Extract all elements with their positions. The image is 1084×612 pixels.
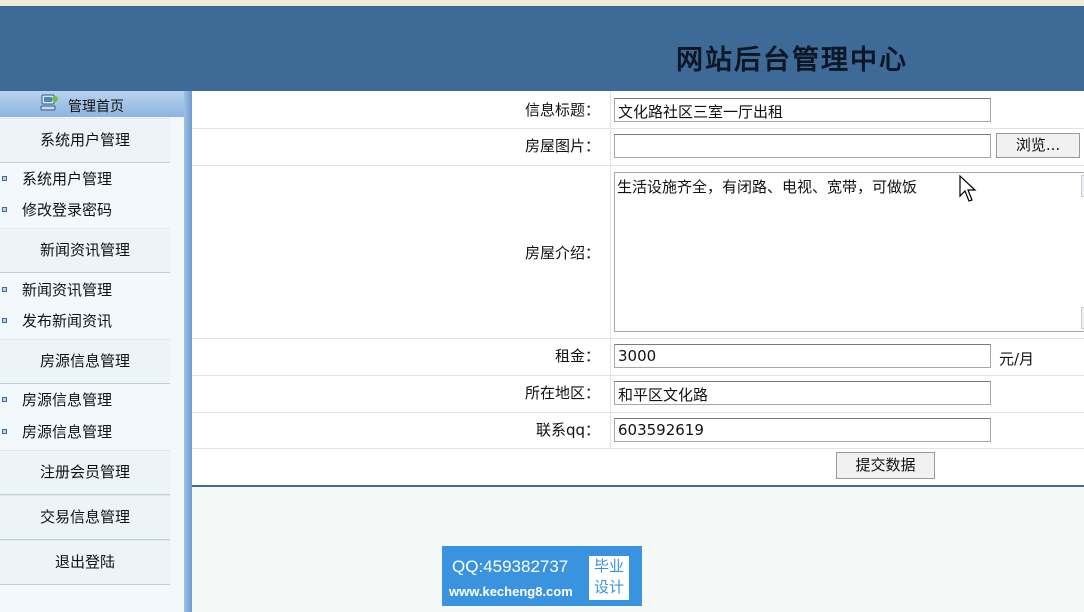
image-file-input[interactable] (614, 134, 991, 158)
sidebar-divider (184, 91, 192, 612)
intro-textarea[interactable]: 生活设施齐全，有闭路、电视、宽带，可做饭 (614, 172, 1084, 332)
sidebar-home-label: 管理首页 (68, 99, 124, 115)
watermark-badge: QQ:459382737 www.kecheng8.com 毕业 设计 (442, 546, 642, 606)
form-row-intro: 房屋介绍： 生活设施齐全，有闭路、电视、宽带，可做饭 (192, 166, 1084, 339)
form-row-region: 所在地区： 和平区文化路 (192, 376, 1084, 413)
region-label: 所在地区： (524, 384, 600, 402)
form-row-qq: 联系qq： 603592619 (192, 413, 1084, 449)
watermark-url: www.kecheng8.com (449, 584, 573, 599)
rent-unit: 元/月 (999, 350, 1035, 368)
intro-label: 房屋介绍： (524, 244, 600, 262)
watermark-logo: 毕业 设计 (589, 556, 629, 600)
mouse-cursor-icon (959, 174, 977, 202)
bullet-icon (2, 318, 7, 323)
submit-button[interactable]: 提交数据 (836, 452, 935, 479)
sidebar-group-members[interactable]: 注册会员管理 (0, 450, 170, 495)
browse-button[interactable]: 浏览... (996, 133, 1080, 158)
sidebar-group-transactions[interactable]: 交易信息管理 (0, 495, 170, 540)
sidebar-group-system-users[interactable]: 系统用户管理 (0, 118, 170, 163)
house-info-form: 信息标题： 文化路社区三室一厅出租 房屋图片： 浏览... 房屋介绍： 生活设施… (192, 91, 1084, 487)
computer-icon (40, 94, 58, 111)
sidebar-group-news[interactable]: 新闻资讯管理 (0, 228, 170, 273)
sidebar: 管理首页 系统用户管理 系统用户管理 修改登录密码 新闻资讯管理 新闻资讯管理 … (0, 91, 190, 612)
form-row-image: 房屋图片： 浏览... (192, 129, 1084, 166)
intro-text: 生活设施齐全，有闭路、电视、宽带，可做饭 (617, 178, 918, 196)
header-banner: 网站后台管理中心 (0, 6, 1084, 91)
sidebar-home[interactable]: 管理首页 (0, 91, 190, 117)
bullet-icon (2, 287, 7, 292)
image-label: 房屋图片： (524, 137, 600, 155)
qq-input[interactable]: 603592619 (614, 418, 991, 442)
bullet-icon (2, 397, 7, 402)
sidebar-group-logout[interactable]: 退出登陆 (0, 540, 170, 585)
title-input[interactable]: 文化路社区三室一厅出租 (614, 98, 991, 122)
bullet-icon (2, 176, 7, 181)
sidebar-group-housing[interactable]: 房源信息管理 (0, 339, 170, 384)
region-input[interactable]: 和平区文化路 (614, 381, 991, 405)
title-label: 信息标题： (524, 101, 600, 119)
qq-label: 联系qq： (535, 421, 600, 439)
page-title: 网站后台管理中心 (676, 45, 908, 76)
form-row-title: 信息标题： 文化路社区三室一厅出租 (192, 91, 1084, 129)
form-row-rent: 租金： 3000 元/月 (192, 339, 1084, 376)
rent-label: 租金： (554, 347, 600, 365)
bullet-icon (2, 429, 7, 434)
watermark-qq: QQ:459382737 (452, 557, 569, 576)
bullet-icon (2, 207, 7, 212)
rent-input[interactable]: 3000 (614, 344, 991, 368)
